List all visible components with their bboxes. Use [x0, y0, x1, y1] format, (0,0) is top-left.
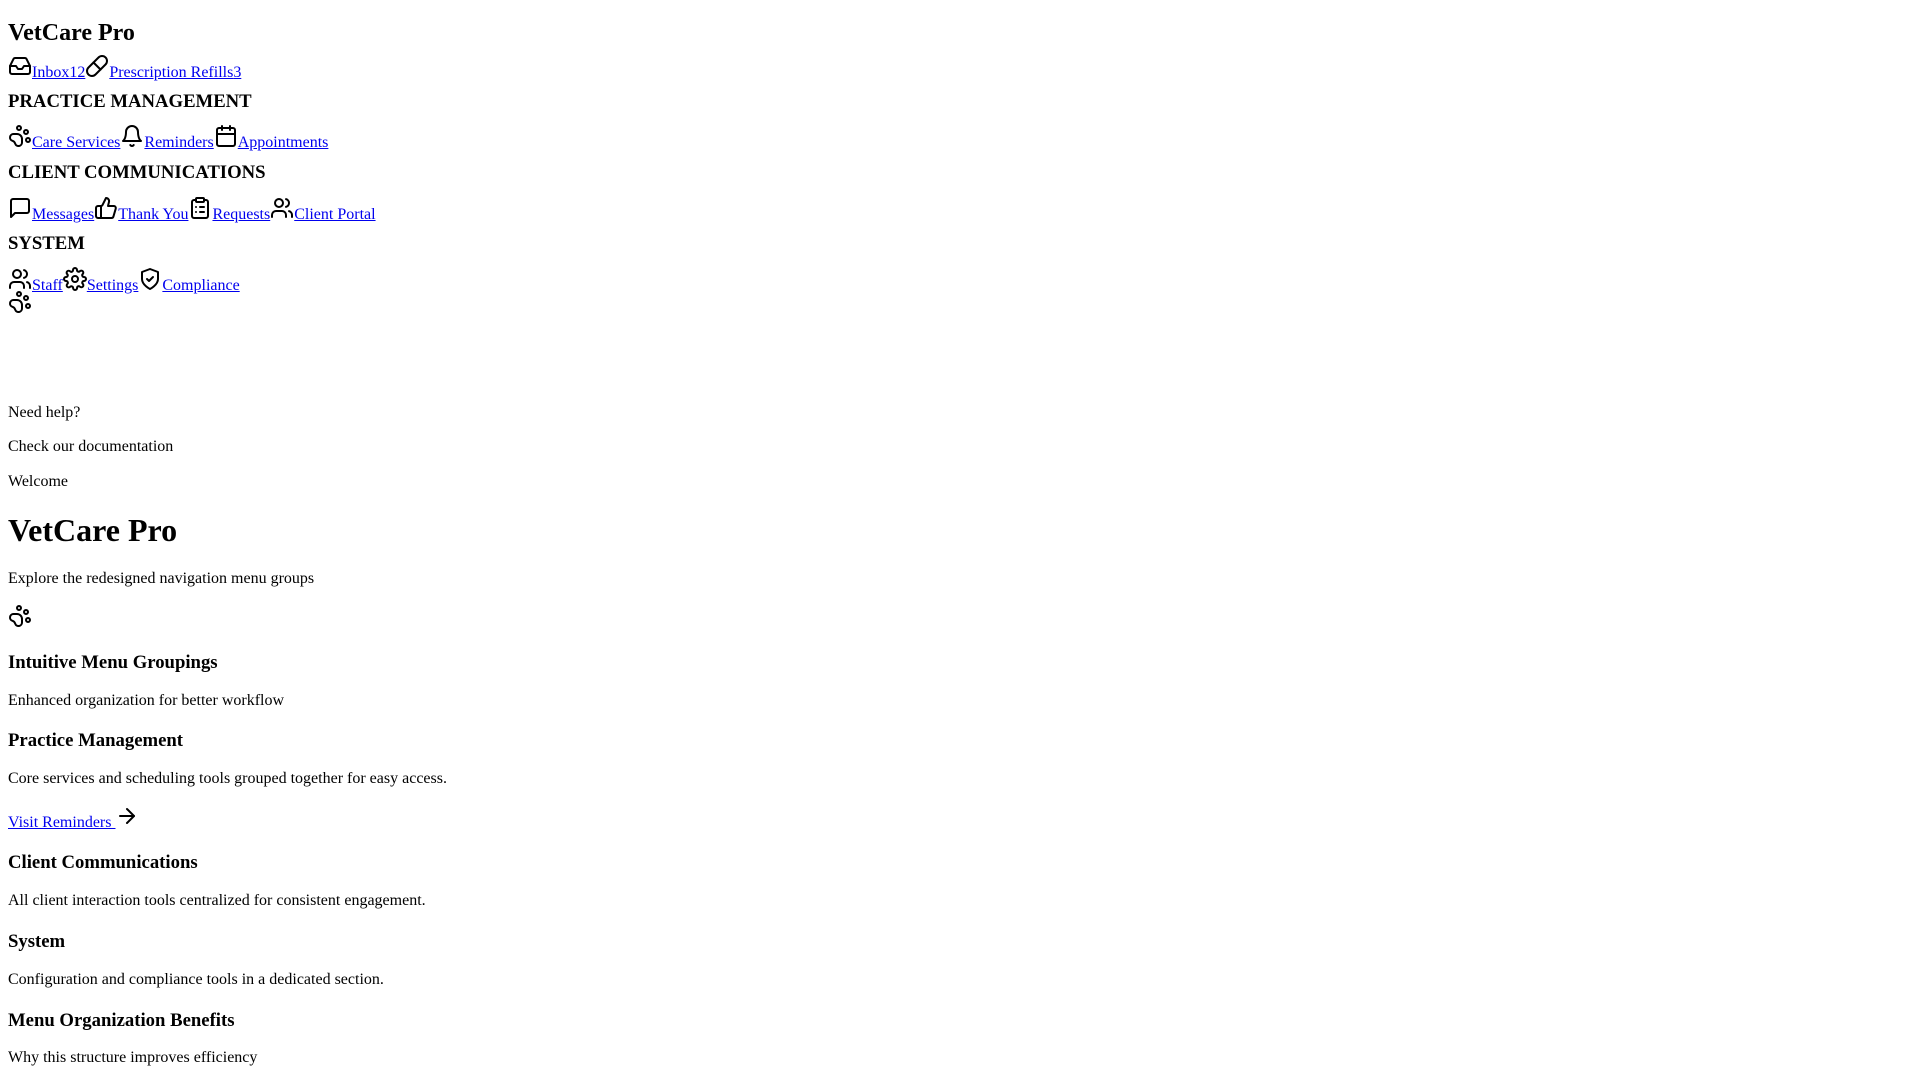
system-nav: Staff Settings Compliance — [8, 267, 240, 298]
top-nav: Inbox12 Prescription Refills3 — [8, 54, 241, 85]
card-link-row: Visit Reminders — [8, 804, 139, 832]
paw-icon — [9, 605, 31, 627]
card-description-client: All client interaction tools centralized… — [8, 892, 426, 909]
nav-reminders-label: Reminders — [144, 134, 214, 151]
nav-compliance-link[interactable]: Compliance — [162, 277, 239, 294]
nav-messages-link[interactable]: Messages — [32, 206, 94, 223]
card-description-practice: Core services and scheduling tools group… — [8, 770, 447, 787]
calendar-icon — [215, 125, 236, 147]
welcome-text: Welcome — [8, 473, 69, 490]
paw-icon — [9, 125, 31, 147]
arrow-right-icon — [119, 808, 136, 824]
bell-icon — [122, 125, 143, 147]
nav-appointments-link[interactable]: Appointments — [238, 134, 329, 151]
prescription-refills-badge: 3 — [233, 64, 242, 81]
paw-icon — [9, 291, 31, 313]
help-paw-logo — [8, 290, 32, 318]
nav-compliance-label: Compliance — [162, 277, 240, 294]
group-title-client: CLIENT COMMUNICATIONS — [8, 162, 266, 183]
section-title: Intuitive Menu Groupings — [8, 652, 218, 673]
nav-staff-label: Staff — [32, 277, 63, 294]
nav-thank-you-link[interactable]: Thank You — [118, 206, 188, 223]
nav-prescription-refills-label: Prescription Refills — [109, 64, 234, 81]
benefits-subtitle: Why this structure improves efficiency — [8, 1049, 258, 1066]
message-icon — [10, 198, 30, 218]
nav-messages-label: Messages — [32, 206, 95, 223]
section-paw-logo — [8, 604, 32, 632]
inbox-badge: 12 — [69, 64, 86, 81]
card-title-system: System — [8, 931, 66, 952]
nav-settings-label: Settings — [86, 277, 139, 294]
section-subtitle: Enhanced organization for better workflo… — [8, 692, 285, 709]
main-title: VetCare Pro — [8, 512, 178, 548]
nav-reminders-link[interactable]: Reminders — [144, 134, 213, 151]
nav-settings-link[interactable]: Settings — [87, 277, 139, 294]
nav-thank-you-label: Thank You — [118, 206, 189, 223]
nav-prescription-refills-link[interactable]: Prescription Refills3 — [109, 64, 241, 81]
nav-care-services-link[interactable]: Care Services — [32, 134, 120, 151]
group-title-system: SYSTEM — [8, 233, 85, 254]
clipboard-icon — [191, 197, 210, 219]
card-description-system: Configuration and compliance tools in a … — [8, 971, 384, 988]
nav-care-services-label: Care Services — [32, 134, 121, 151]
help-subtitle[interactable]: Check our documentation — [8, 438, 173, 456]
users-icon — [271, 198, 294, 218]
pill-icon — [86, 55, 109, 77]
nav-staff-link[interactable]: Staff — [32, 277, 63, 294]
inbox-icon — [9, 57, 31, 75]
nav-requests-link[interactable]: Requests — [212, 206, 270, 223]
gear-icon — [62, 267, 87, 291]
nav-inbox-label: Inbox — [32, 64, 70, 81]
nav-requests-label: Requests — [212, 206, 271, 223]
main-subtitle: Explore the redesigned navigation menu g… — [8, 570, 315, 587]
app-title: VetCare Pro — [8, 20, 135, 46]
visit-reminders-label: Visit Reminders — [8, 814, 112, 831]
nav-appointments-label: Appointments — [237, 134, 329, 151]
practice-nav: Care Services Reminders Appointments — [8, 124, 328, 155]
help-title: Need help? — [8, 404, 81, 421]
nav-client-portal-label: Client Portal — [294, 206, 376, 223]
card-title-client: Client Communications — [8, 852, 198, 873]
visit-reminders-link[interactable]: Visit Reminders — [8, 808, 139, 831]
nav-client-portal-link[interactable]: Client Portal — [294, 206, 375, 223]
group-title-practice: PRACTICE MANAGEMENT — [8, 91, 252, 112]
nav-inbox-link[interactable]: Inbox12 — [32, 64, 85, 81]
benefits-title: Menu Organization Benefits — [8, 1010, 235, 1031]
card-title-practice: Practice Management — [8, 730, 184, 751]
users-icon — [9, 269, 31, 289]
client-nav: Messages Thank You Requests Client Porta… — [8, 196, 376, 227]
shield-check-icon — [141, 268, 160, 290]
thumbs-up-icon — [95, 197, 118, 219]
